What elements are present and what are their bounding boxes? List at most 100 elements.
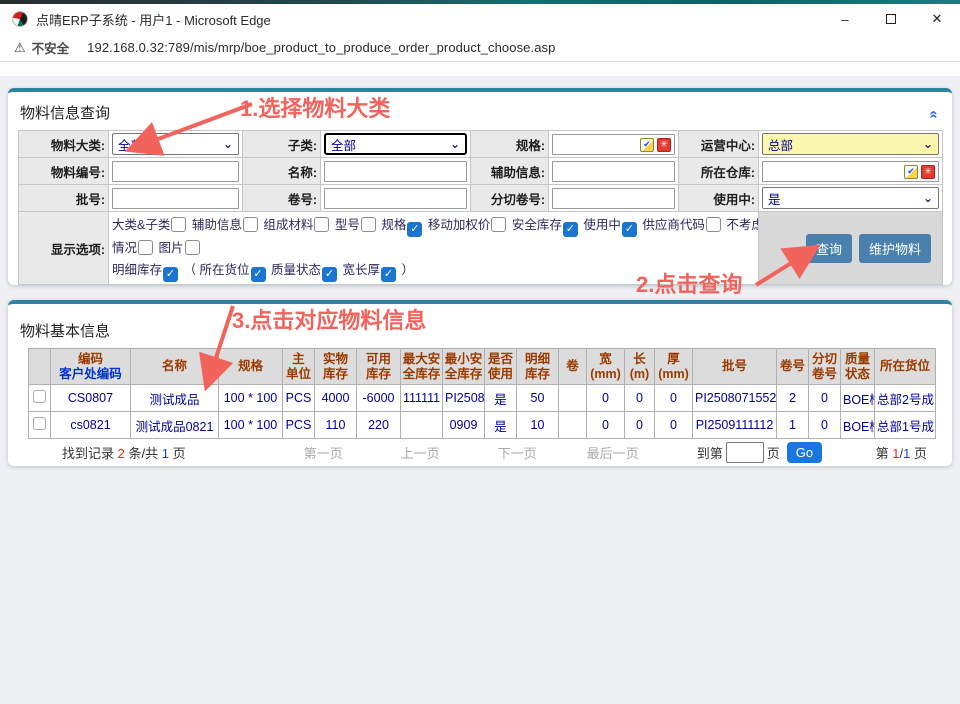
cell-thickness[interactable]: 0 xyxy=(655,412,693,439)
header-spec: 规格 xyxy=(219,349,283,385)
cell-length[interactable]: 0 xyxy=(625,385,655,412)
option-checkbox-materials[interactable] xyxy=(314,217,329,232)
cell-thickness[interactable]: 0 xyxy=(655,385,693,412)
cell-in-use[interactable]: 是 xyxy=(485,385,517,412)
cell-in-use[interactable]: 是 xyxy=(485,412,517,439)
cell-roll-no[interactable]: 2 xyxy=(777,385,809,412)
picker-icon[interactable]: ✔ xyxy=(904,165,918,179)
cell-name[interactable]: 测试成品 xyxy=(131,385,219,412)
roll-input[interactable] xyxy=(324,188,467,209)
cell-max-safety[interactable] xyxy=(401,412,443,439)
subcategory-label: 子类: xyxy=(243,131,321,158)
maintain-material-button[interactable]: 维护物料 xyxy=(859,234,931,263)
option-label: 情况 xyxy=(112,241,137,255)
option-checkbox-spec[interactable] xyxy=(407,222,422,237)
chevron-down-icon: ⌄ xyxy=(450,139,460,149)
cell-roll-no[interactable]: 1 xyxy=(777,412,809,439)
first-page-link[interactable]: 第一页 xyxy=(304,443,343,462)
option-checkbox-detail-stock[interactable] xyxy=(163,267,178,282)
maximize-button[interactable] xyxy=(868,4,914,34)
cell-roll[interactable] xyxy=(559,412,587,439)
row-select-cell[interactable] xyxy=(29,385,51,412)
roll-label: 卷号: xyxy=(243,185,321,212)
goto-page-input[interactable] xyxy=(726,442,764,463)
option-checkbox-auxinfo[interactable] xyxy=(243,217,258,232)
prev-page-link[interactable]: 上一页 xyxy=(401,443,440,462)
header-min-safety: 最小安全库存 xyxy=(443,349,485,385)
option-checkbox-model[interactable] xyxy=(361,217,376,232)
cell-available-stock[interactable]: -6000 xyxy=(357,385,401,412)
option-checkbox-location[interactable] xyxy=(251,267,266,282)
minimize-button[interactable]: – xyxy=(822,4,868,34)
material-code-input[interactable] xyxy=(112,161,239,182)
cell-quality[interactable]: BOE检 xyxy=(841,385,875,412)
cell-batch[interactable]: PI2508071552 xyxy=(693,385,777,412)
close-button[interactable]: ✕ xyxy=(914,4,960,34)
cell-min-safety[interactable]: PI250807 xyxy=(443,385,485,412)
header-roll-no: 卷号 xyxy=(777,349,809,385)
option-checkbox-situation[interactable] xyxy=(138,240,153,255)
clear-field-icon[interactable]: ✳ xyxy=(921,165,935,179)
cell-available-stock[interactable]: 220 xyxy=(357,412,401,439)
cell-quality[interactable]: BOE检 xyxy=(841,412,875,439)
option-label: 质量状态 xyxy=(271,263,321,277)
cell-detail-stock[interactable]: 50 xyxy=(517,385,559,412)
cell-unit[interactable]: PCS xyxy=(283,412,315,439)
operation-center-select[interactable]: 总部 ⌄ xyxy=(762,133,939,155)
address-bar[interactable]: ⚠ 不安全 192.168.0.32:789/mis/mrp/boe_produ… xyxy=(0,34,960,62)
subcategory-select[interactable]: 全部 ⌄ xyxy=(324,133,467,155)
query-button[interactable]: 查询 xyxy=(806,234,852,263)
cell-slit-roll[interactable]: 0 xyxy=(809,385,841,412)
row-checkbox[interactable] xyxy=(33,390,46,403)
option-checkbox-category[interactable] xyxy=(171,217,186,232)
cell-max-safety[interactable]: 111111 xyxy=(401,385,443,412)
cell-physical-stock[interactable]: 110 xyxy=(315,412,357,439)
next-page-link[interactable]: 下一页 xyxy=(498,443,537,462)
material-category-select[interactable]: 全部 ⌄ xyxy=(112,133,239,155)
cell-location[interactable]: 总部1号成品仓 xyxy=(875,412,936,439)
in-use-select[interactable]: 是 ⌄ xyxy=(762,187,939,209)
page-count: 1 xyxy=(162,446,169,461)
cell-roll[interactable] xyxy=(559,385,587,412)
cell-width[interactable]: 0 xyxy=(587,412,625,439)
cell-width[interactable]: 0 xyxy=(587,385,625,412)
cell-spec[interactable]: 100 * 100 xyxy=(219,385,283,412)
option-checkbox-weighted-price[interactable] xyxy=(491,217,506,232)
clear-field-icon[interactable]: ✳ xyxy=(657,138,671,152)
material-table: 编码客户处编码 名称 规格 主单位 实物库存 可用库存 最大安全库存 最小安全库… xyxy=(28,348,936,439)
cell-location[interactable]: 总部2号成品仓 xyxy=(875,385,936,412)
collapse-panel-icon[interactable]: « xyxy=(925,110,942,118)
go-button[interactable]: Go xyxy=(787,442,822,463)
cell-length[interactable]: 0 xyxy=(625,412,655,439)
cell-slit-roll[interactable]: 0 xyxy=(809,412,841,439)
row-checkbox[interactable] xyxy=(33,417,46,430)
name-input[interactable] xyxy=(324,161,467,182)
cell-unit[interactable]: PCS xyxy=(283,385,315,412)
query-panel-title: 物料信息查询 xyxy=(20,102,110,123)
warehouse-label: 所在仓库: xyxy=(679,158,759,185)
cell-code[interactable]: CS0807 xyxy=(51,385,131,412)
cell-name[interactable]: 测试成品0821 xyxy=(131,412,219,439)
option-label: 图片 xyxy=(159,241,184,255)
aux-info-input[interactable] xyxy=(552,161,675,182)
cell-min-safety[interactable]: 0909 xyxy=(443,412,485,439)
in-use-label: 使用中: xyxy=(679,185,759,212)
option-checkbox-picture[interactable] xyxy=(185,240,200,255)
batch-input[interactable] xyxy=(112,188,239,209)
last-page-link[interactable]: 最后一页 xyxy=(587,443,639,462)
material-category-value: 全部 xyxy=(118,135,143,154)
cell-spec[interactable]: 100 * 100 xyxy=(219,412,283,439)
cell-batch[interactable]: PI2509111112 xyxy=(693,412,777,439)
option-checkbox-quality[interactable] xyxy=(322,267,337,282)
row-select-cell[interactable] xyxy=(29,412,51,439)
slit-roll-input[interactable] xyxy=(552,188,675,209)
cell-physical-stock[interactable]: 4000 xyxy=(315,385,357,412)
option-checkbox-in-use[interactable] xyxy=(622,222,637,237)
option-checkbox-safety-stock[interactable] xyxy=(563,222,578,237)
option-label: 所在货位 xyxy=(200,263,250,277)
cell-code[interactable]: cs0821 xyxy=(51,412,131,439)
option-checkbox-supplier-code[interactable] xyxy=(706,217,721,232)
option-checkbox-wlt[interactable] xyxy=(381,267,396,282)
cell-detail-stock[interactable]: 10 xyxy=(517,412,559,439)
picker-icon[interactable]: ✔ xyxy=(640,138,654,152)
